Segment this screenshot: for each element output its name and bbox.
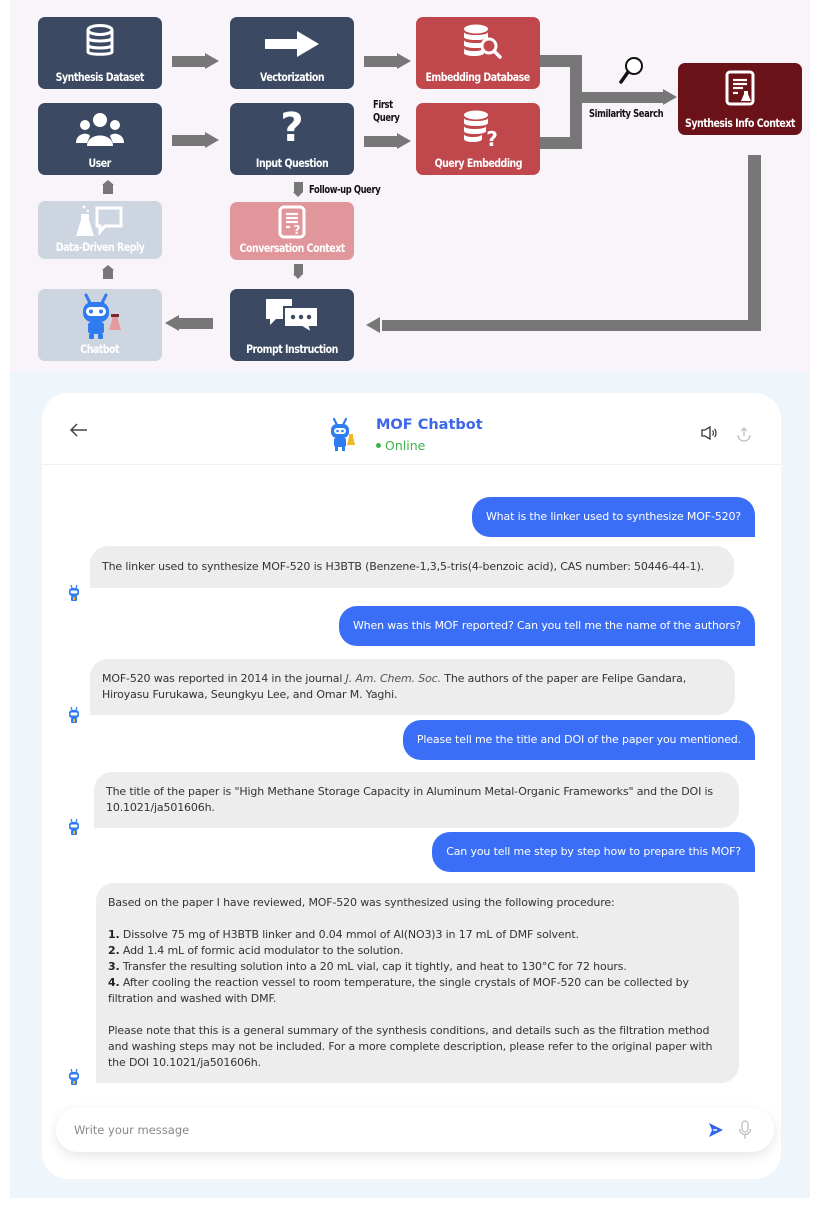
user-message: Can you tell me step by step how to prep… (432, 832, 755, 872)
connector-query-bottom (540, 137, 582, 149)
box-synthesis-dataset: Synthesis Dataset (38, 17, 162, 89)
box-prompt-instruction: Prompt Instruction (230, 289, 354, 361)
step-text: Add 1.4 mL of formic acid modulator to t… (119, 944, 404, 957)
box-data-driven-reply: Data-Driven Reply (38, 201, 162, 259)
arrow-left-icon[interactable] (69, 422, 88, 440)
bot-avatar-small (68, 706, 80, 723)
procedure-step: 3. Transfer the resulting solution into … (108, 959, 725, 975)
svg-text:?: ? (294, 223, 301, 237)
magnifier-icon (619, 56, 645, 91)
box-query-embedding: ? Query Embedding (416, 103, 540, 175)
procedure-step: 1. Dissolve 75 mg of H3BTB linker and 0.… (108, 927, 725, 943)
user-message: When was this MOF reported? Can you tell… (338, 606, 755, 646)
arrow-user-to-question (172, 132, 219, 148)
bot-message: The title of the paper is "High Methane … (94, 772, 739, 828)
online-dot (376, 443, 381, 448)
bot-message-text: The linker used to synthesize MOF-520 is… (102, 560, 704, 573)
bot-message-intro: Based on the paper I have reviewed, MOF-… (108, 896, 615, 909)
chat-header: MOF Chatbot Online (42, 393, 781, 465)
user-message-text: What is the linker used to synthesize MO… (485, 510, 741, 523)
arrow-prompt-to-chatbot (165, 315, 213, 331)
user-message: What is the linker used to synthesize MO… (471, 497, 755, 537)
arrow-return-head (366, 317, 386, 333)
bot-avatar-small (68, 584, 80, 601)
box-user: User (38, 103, 162, 175)
bot-avatar-small (68, 818, 80, 835)
user-message-text: Please tell me the title and DOI of the … (416, 733, 741, 746)
bot-message-text: MOF-520 was reported in 2014 in the jour… (102, 671, 721, 703)
bot-message-note: Please note that this is a general summa… (108, 1024, 713, 1069)
database-icon (85, 24, 115, 63)
send-icon[interactable] (708, 1122, 724, 1143)
procedure-step: 2. Add 1.4 mL of formic acid modulator t… (108, 943, 725, 959)
rag-pipeline-diagram: Synthesis Dataset Vectorization Embeddin… (10, 0, 810, 372)
flask-chat-icon (75, 204, 125, 243)
first-query-label-line1: First (373, 99, 393, 111)
message-input[interactable] (74, 1108, 674, 1152)
bot-message: MOF-520 was reported in 2014 in the jour… (90, 659, 735, 715)
robot-flask-icon (78, 292, 122, 345)
document-flask-icon (725, 70, 755, 111)
step-number: 1. (108, 928, 120, 941)
box-synthesis-info-context: Synthesis Info Context (678, 63, 802, 135)
journal-name: J. Am. Chem. Soc. (345, 672, 441, 685)
online-status-text: Online (385, 438, 426, 453)
document-question-icon: ? (278, 205, 306, 244)
chat-bubbles-icon (264, 297, 320, 338)
box-conversation-context: ? Conversation Context (230, 202, 354, 260)
box-input-question: ? Input Question (230, 103, 354, 175)
first-query-label-line2: Query (373, 112, 400, 124)
step-text: Dissolve 75 mg of H3BTB linker and 0.04 … (119, 928, 579, 941)
database-question-icon: ? (462, 110, 502, 153)
connector-return-horizontal (382, 320, 761, 331)
chat-window: MOF Chatbot Online What is the linker us… (42, 393, 781, 1179)
step-number: 3. (108, 960, 120, 973)
arrow-similarity-search (582, 89, 678, 105)
connector-return-vertical (748, 155, 761, 331)
box-embedding-database: Embedding Database (416, 17, 540, 89)
bot-avatar-small (68, 1068, 80, 1085)
online-status: Online (376, 438, 425, 453)
procedure-step: 4. After cooling the reaction vessel to … (108, 975, 725, 1007)
user-message-text: When was this MOF reported? Can you tell… (352, 619, 741, 632)
connector-bracket-vertical (570, 55, 582, 149)
chat-title: MOF Chatbot (376, 417, 483, 433)
upload-icon[interactable] (736, 426, 752, 447)
question-mark-icon: ? (280, 105, 304, 151)
database-search-icon (462, 24, 502, 65)
bot-message: The linker used to synthesize MOF-520 is… (90, 546, 734, 588)
step-text: Transfer the resulting solution into a 2… (119, 960, 627, 973)
arrow-question-to-query-embedding (364, 133, 411, 149)
step-number: 4. (108, 976, 120, 989)
similarity-search-label: Similarity Search (589, 108, 664, 120)
message-composer (56, 1108, 774, 1152)
step-text: After cooling the reaction vessel to roo… (108, 976, 689, 1005)
user-message-text: Can you tell me step by step how to prep… (446, 845, 741, 858)
svg-text:?: ? (486, 127, 498, 148)
first-query-label: First Query (373, 99, 400, 125)
bot-message: Based on the paper I have reviewed, MOF-… (96, 883, 739, 1083)
users-icon (75, 112, 125, 151)
microphone-icon[interactable] (738, 1120, 752, 1145)
bot-message-text: The title of the paper is "High Methane … (106, 785, 713, 814)
bot-avatar (329, 417, 355, 456)
speaker-icon[interactable] (701, 425, 719, 445)
box-vectorization: Vectorization (230, 17, 354, 89)
follow-up-query-label: Follow-up Query (309, 184, 381, 196)
step-number: 2. (108, 944, 120, 957)
box-chatbot: Chatbot (38, 289, 162, 361)
text-segment: MOF-520 was reported in 2014 in the jour… (102, 672, 346, 685)
arrow-vectorization-to-embedding (364, 53, 411, 69)
user-message: Please tell me the title and DOI of the … (402, 720, 755, 760)
arrow-right-icon (265, 31, 319, 62)
arrow-dataset-to-vectorization (172, 53, 219, 69)
